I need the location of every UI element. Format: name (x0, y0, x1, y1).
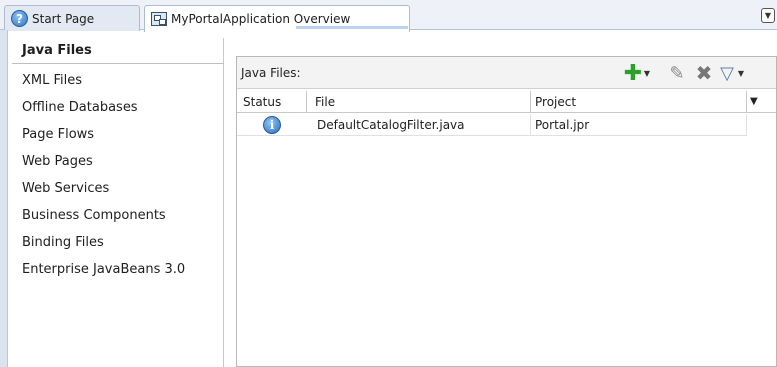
row-file-cell: DefaultCatalogFilter.java (307, 114, 531, 136)
table-header: Status File Project ▼ (237, 91, 776, 113)
panel-toolbar: Java Files: ✚ ▼ ✎ ✖ ▽ ▼ (237, 57, 776, 89)
category-xml-files[interactable]: XML Files (12, 67, 224, 93)
filter-icon[interactable]: ▽ (717, 62, 737, 84)
category-java-files[interactable]: Java Files (12, 38, 224, 64)
info-icon: i (263, 116, 281, 134)
category-web-services[interactable]: Web Services (12, 175, 224, 201)
left-frame-edge (0, 30, 8, 367)
column-header-project[interactable]: Project (531, 91, 747, 113)
add-menu-arrow-icon[interactable]: ▼ (643, 62, 651, 84)
filter-menu-arrow-icon[interactable]: ▼ (737, 62, 745, 84)
file-category-list: Java Files XML Files Offline Databases P… (12, 38, 224, 367)
row-project-cell: Portal.jpr (531, 114, 747, 136)
java-files-panel: Java Files: ✚ ▼ ✎ ✖ ▽ ▼ Status File Proj… (236, 56, 777, 367)
add-icon[interactable]: ✚ (623, 61, 643, 86)
category-business-components[interactable]: Business Components (12, 202, 224, 228)
category-enterprise-javabeans[interactable]: Enterprise JavaBeans 3.0 (12, 256, 224, 282)
tab-label: Start Page (32, 11, 95, 26)
table-row[interactable]: i DefaultCatalogFilter.java Portal.jpr (237, 114, 747, 136)
help-icon: ? (11, 10, 28, 27)
active-tab-indicator (296, 26, 408, 29)
column-header-file[interactable]: File (307, 91, 531, 113)
category-offline-databases[interactable]: Offline Databases (12, 94, 224, 120)
category-page-flows[interactable]: Page Flows (12, 121, 224, 147)
tab-label: MyPortalApplication Overview (171, 12, 351, 26)
tab-start-page[interactable]: ? Start Page (4, 5, 140, 31)
panel-title: Java Files: (241, 66, 301, 80)
row-status-cell: i (237, 114, 307, 136)
delete-icon[interactable]: ✖ (693, 61, 715, 85)
category-web-pages[interactable]: Web Pages (12, 148, 224, 174)
overview-icon (151, 12, 167, 26)
category-binding-files[interactable]: Binding Files (12, 229, 224, 255)
tab-list-dropdown-button[interactable]: ▼ (761, 8, 775, 23)
editor-tab-bar: ? Start Page MyPortalApplication Overvie… (0, 0, 777, 32)
column-header-status[interactable]: Status (237, 91, 307, 113)
column-menu-icon[interactable]: ▼ (750, 96, 758, 107)
edit-pencil-icon[interactable]: ✎ (667, 62, 687, 84)
